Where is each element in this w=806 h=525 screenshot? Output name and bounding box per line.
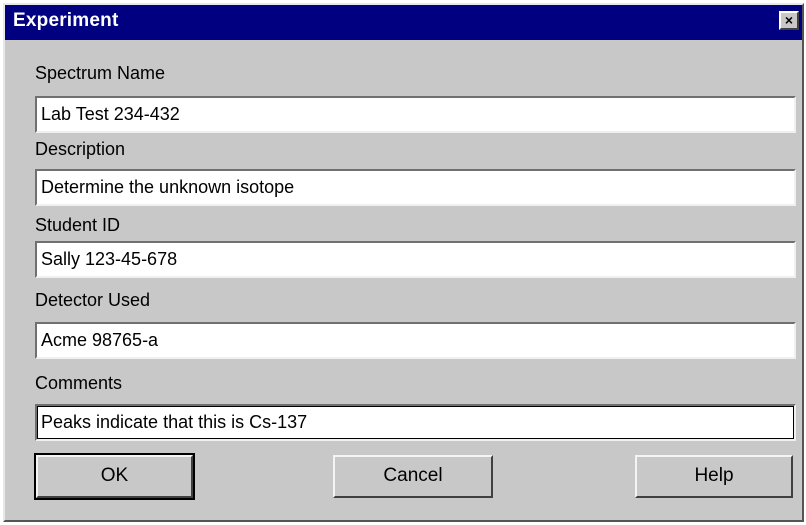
experiment-dialog: Experiment × Spectrum Name Description S… (3, 3, 804, 522)
description-field[interactable] (35, 169, 796, 206)
description-label: Description (35, 139, 126, 159)
student-id-field[interactable] (35, 241, 796, 278)
title-bar[interactable]: Experiment × (5, 5, 802, 40)
spectrum-name-label: Spectrum Name (35, 63, 166, 83)
ok-button[interactable]: OK (34, 453, 195, 500)
student-id-label: Student ID (35, 215, 121, 235)
dialog-title: Experiment (13, 10, 119, 31)
help-button[interactable]: Help (635, 455, 793, 498)
comments-label: Comments (35, 373, 123, 393)
spectrum-name-field[interactable] (35, 96, 796, 133)
close-icon[interactable]: × (779, 11, 799, 30)
detector-used-label: Detector Used (35, 290, 151, 310)
detector-used-field[interactable] (35, 322, 796, 359)
cancel-button[interactable]: Cancel (333, 455, 493, 498)
comments-field[interactable] (35, 404, 796, 441)
